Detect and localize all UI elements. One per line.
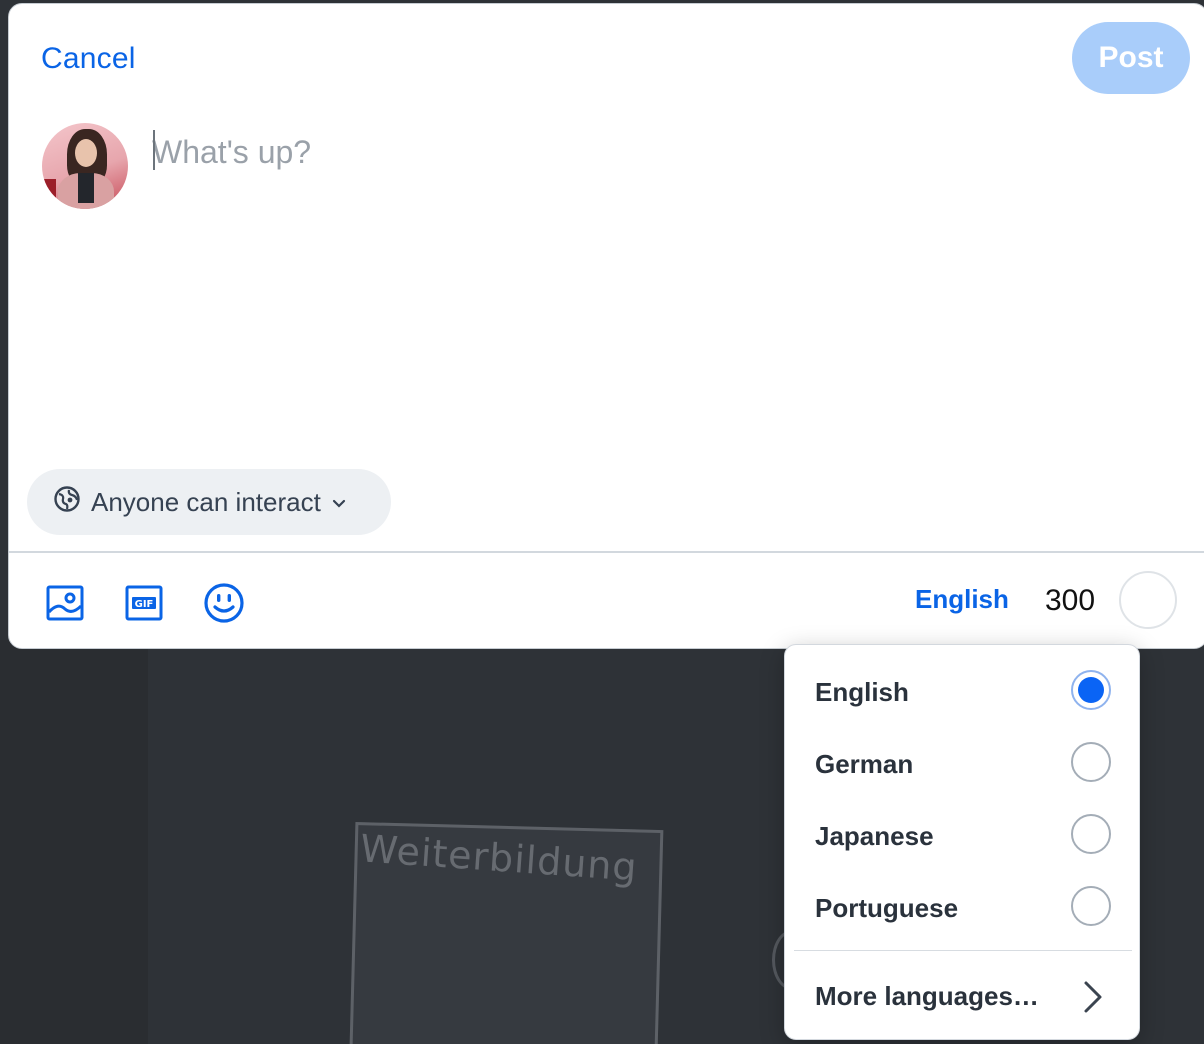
avatar-bg-detail: [42, 179, 56, 199]
more-languages-label: More languages…: [815, 981, 1039, 1011]
language-option[interactable]: English: [785, 653, 1139, 725]
post-language-button[interactable]: English: [915, 584, 1009, 615]
compose-post-dialog: Cancel Post Anyone can interact: [8, 3, 1204, 649]
cancel-button[interactable]: Cancel: [41, 42, 136, 76]
chevron-right-icon: [1084, 981, 1102, 1013]
language-radio[interactable]: [1071, 742, 1111, 782]
language-option-label: Japanese: [815, 821, 934, 851]
language-option-label: German: [815, 749, 914, 779]
menu-divider: [794, 950, 1132, 951]
more-languages-item[interactable]: More languages…: [785, 959, 1139, 1035]
user-avatar: [42, 123, 128, 209]
character-count: 300: [1045, 584, 1096, 617]
language-radio[interactable]: [1071, 814, 1111, 854]
interaction-settings-button[interactable]: Anyone can interact: [27, 469, 391, 535]
image-icon[interactable]: [44, 582, 86, 624]
background-panel: [0, 640, 148, 1044]
toolbar-divider: [9, 551, 1204, 553]
chevron-down-icon: [331, 487, 347, 518]
character-progress-ring: [1119, 571, 1177, 629]
language-menu: English German Japanese Portuguese More …: [784, 644, 1140, 1040]
language-option[interactable]: Portuguese: [785, 869, 1139, 941]
gif-text: GIF: [135, 599, 154, 610]
interaction-settings-label: Anyone can interact: [91, 486, 321, 517]
language-radio[interactable]: [1071, 886, 1111, 926]
language-option[interactable]: Japanese: [785, 797, 1139, 869]
language-option-label: English: [815, 677, 909, 707]
language-option-label: Portuguese: [815, 893, 959, 923]
post-button[interactable]: Post: [1072, 22, 1190, 94]
language-option[interactable]: German: [785, 725, 1139, 797]
globe-icon: [53, 485, 81, 520]
avatar-collar: [78, 173, 94, 203]
post-text-input[interactable]: [152, 128, 1152, 176]
language-radio-selected[interactable]: [1071, 670, 1111, 710]
emoji-icon[interactable]: [203, 582, 245, 624]
avatar-face: [75, 139, 97, 167]
text-caret: [153, 130, 155, 170]
gif-icon[interactable]: GIF: [123, 582, 165, 624]
